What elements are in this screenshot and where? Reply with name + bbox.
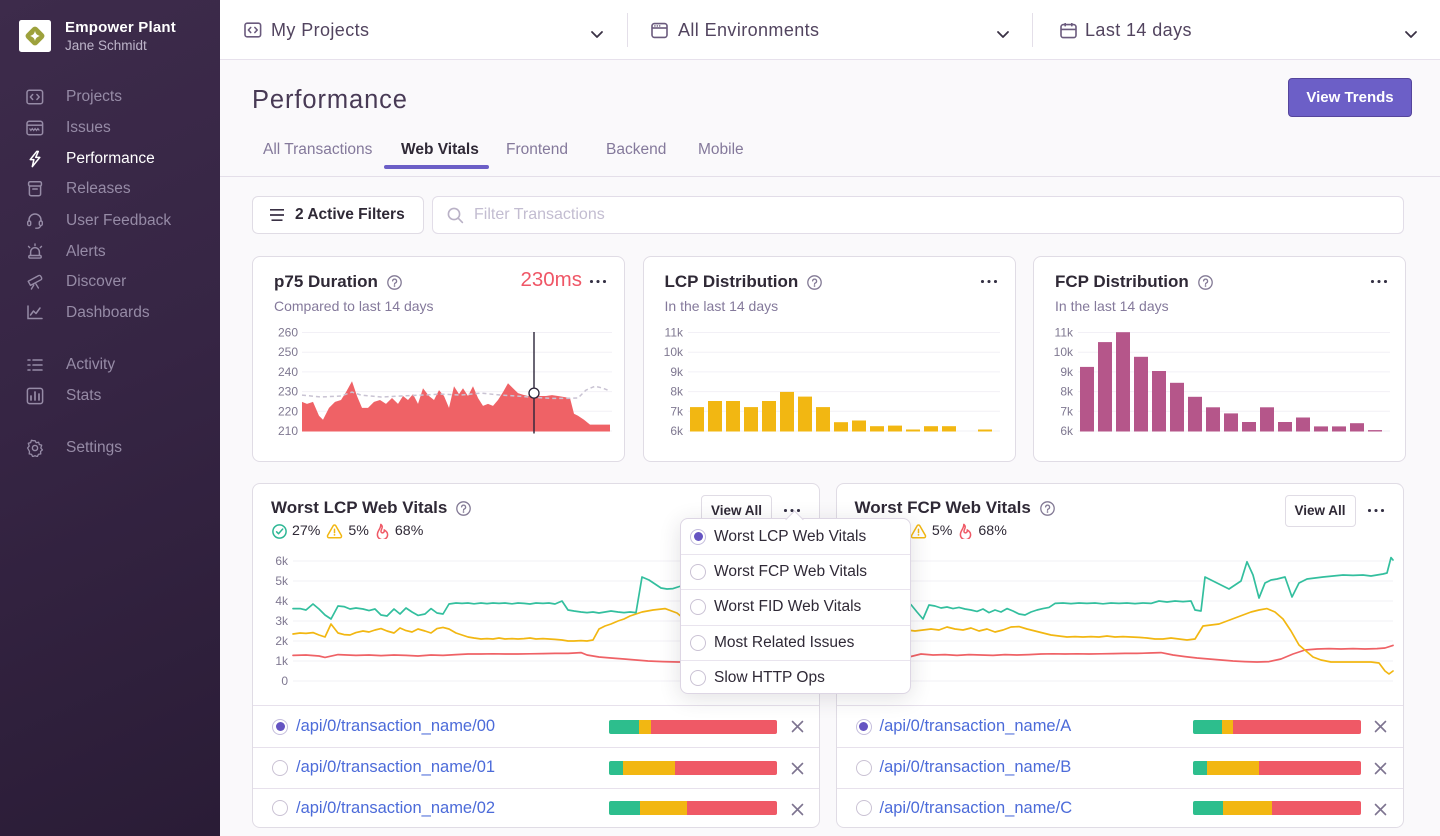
svg-text:5k: 5k (275, 574, 289, 588)
svg-text:250: 250 (278, 345, 298, 359)
svg-text:6k: 6k (1060, 424, 1074, 438)
svg-text:0: 0 (281, 674, 288, 688)
svg-text:11k: 11k (664, 326, 683, 340)
svg-text:10k: 10k (663, 345, 683, 359)
svg-text:8k: 8k (1060, 385, 1074, 399)
svg-text:7k: 7k (1060, 404, 1074, 418)
svg-text:11k: 11k (1055, 326, 1074, 340)
svg-text:4k: 4k (275, 594, 289, 608)
svg-text:7k: 7k (670, 404, 684, 418)
svg-text:210: 210 (278, 424, 298, 438)
svg-text:260: 260 (278, 326, 298, 340)
svg-text:220: 220 (278, 404, 298, 418)
svg-text:8k: 8k (670, 385, 684, 399)
svg-text:9k: 9k (1060, 365, 1074, 379)
svg-text:3k: 3k (275, 614, 289, 628)
svg-text:9k: 9k (670, 365, 684, 379)
svg-text:230: 230 (278, 385, 298, 399)
svg-text:6k: 6k (275, 554, 289, 568)
svg-text:240: 240 (278, 365, 298, 379)
svg-text:2k: 2k (275, 634, 289, 648)
svg-text:6k: 6k (670, 424, 684, 438)
svg-text:10k: 10k (1054, 345, 1074, 359)
svg-text:1k: 1k (275, 654, 289, 668)
